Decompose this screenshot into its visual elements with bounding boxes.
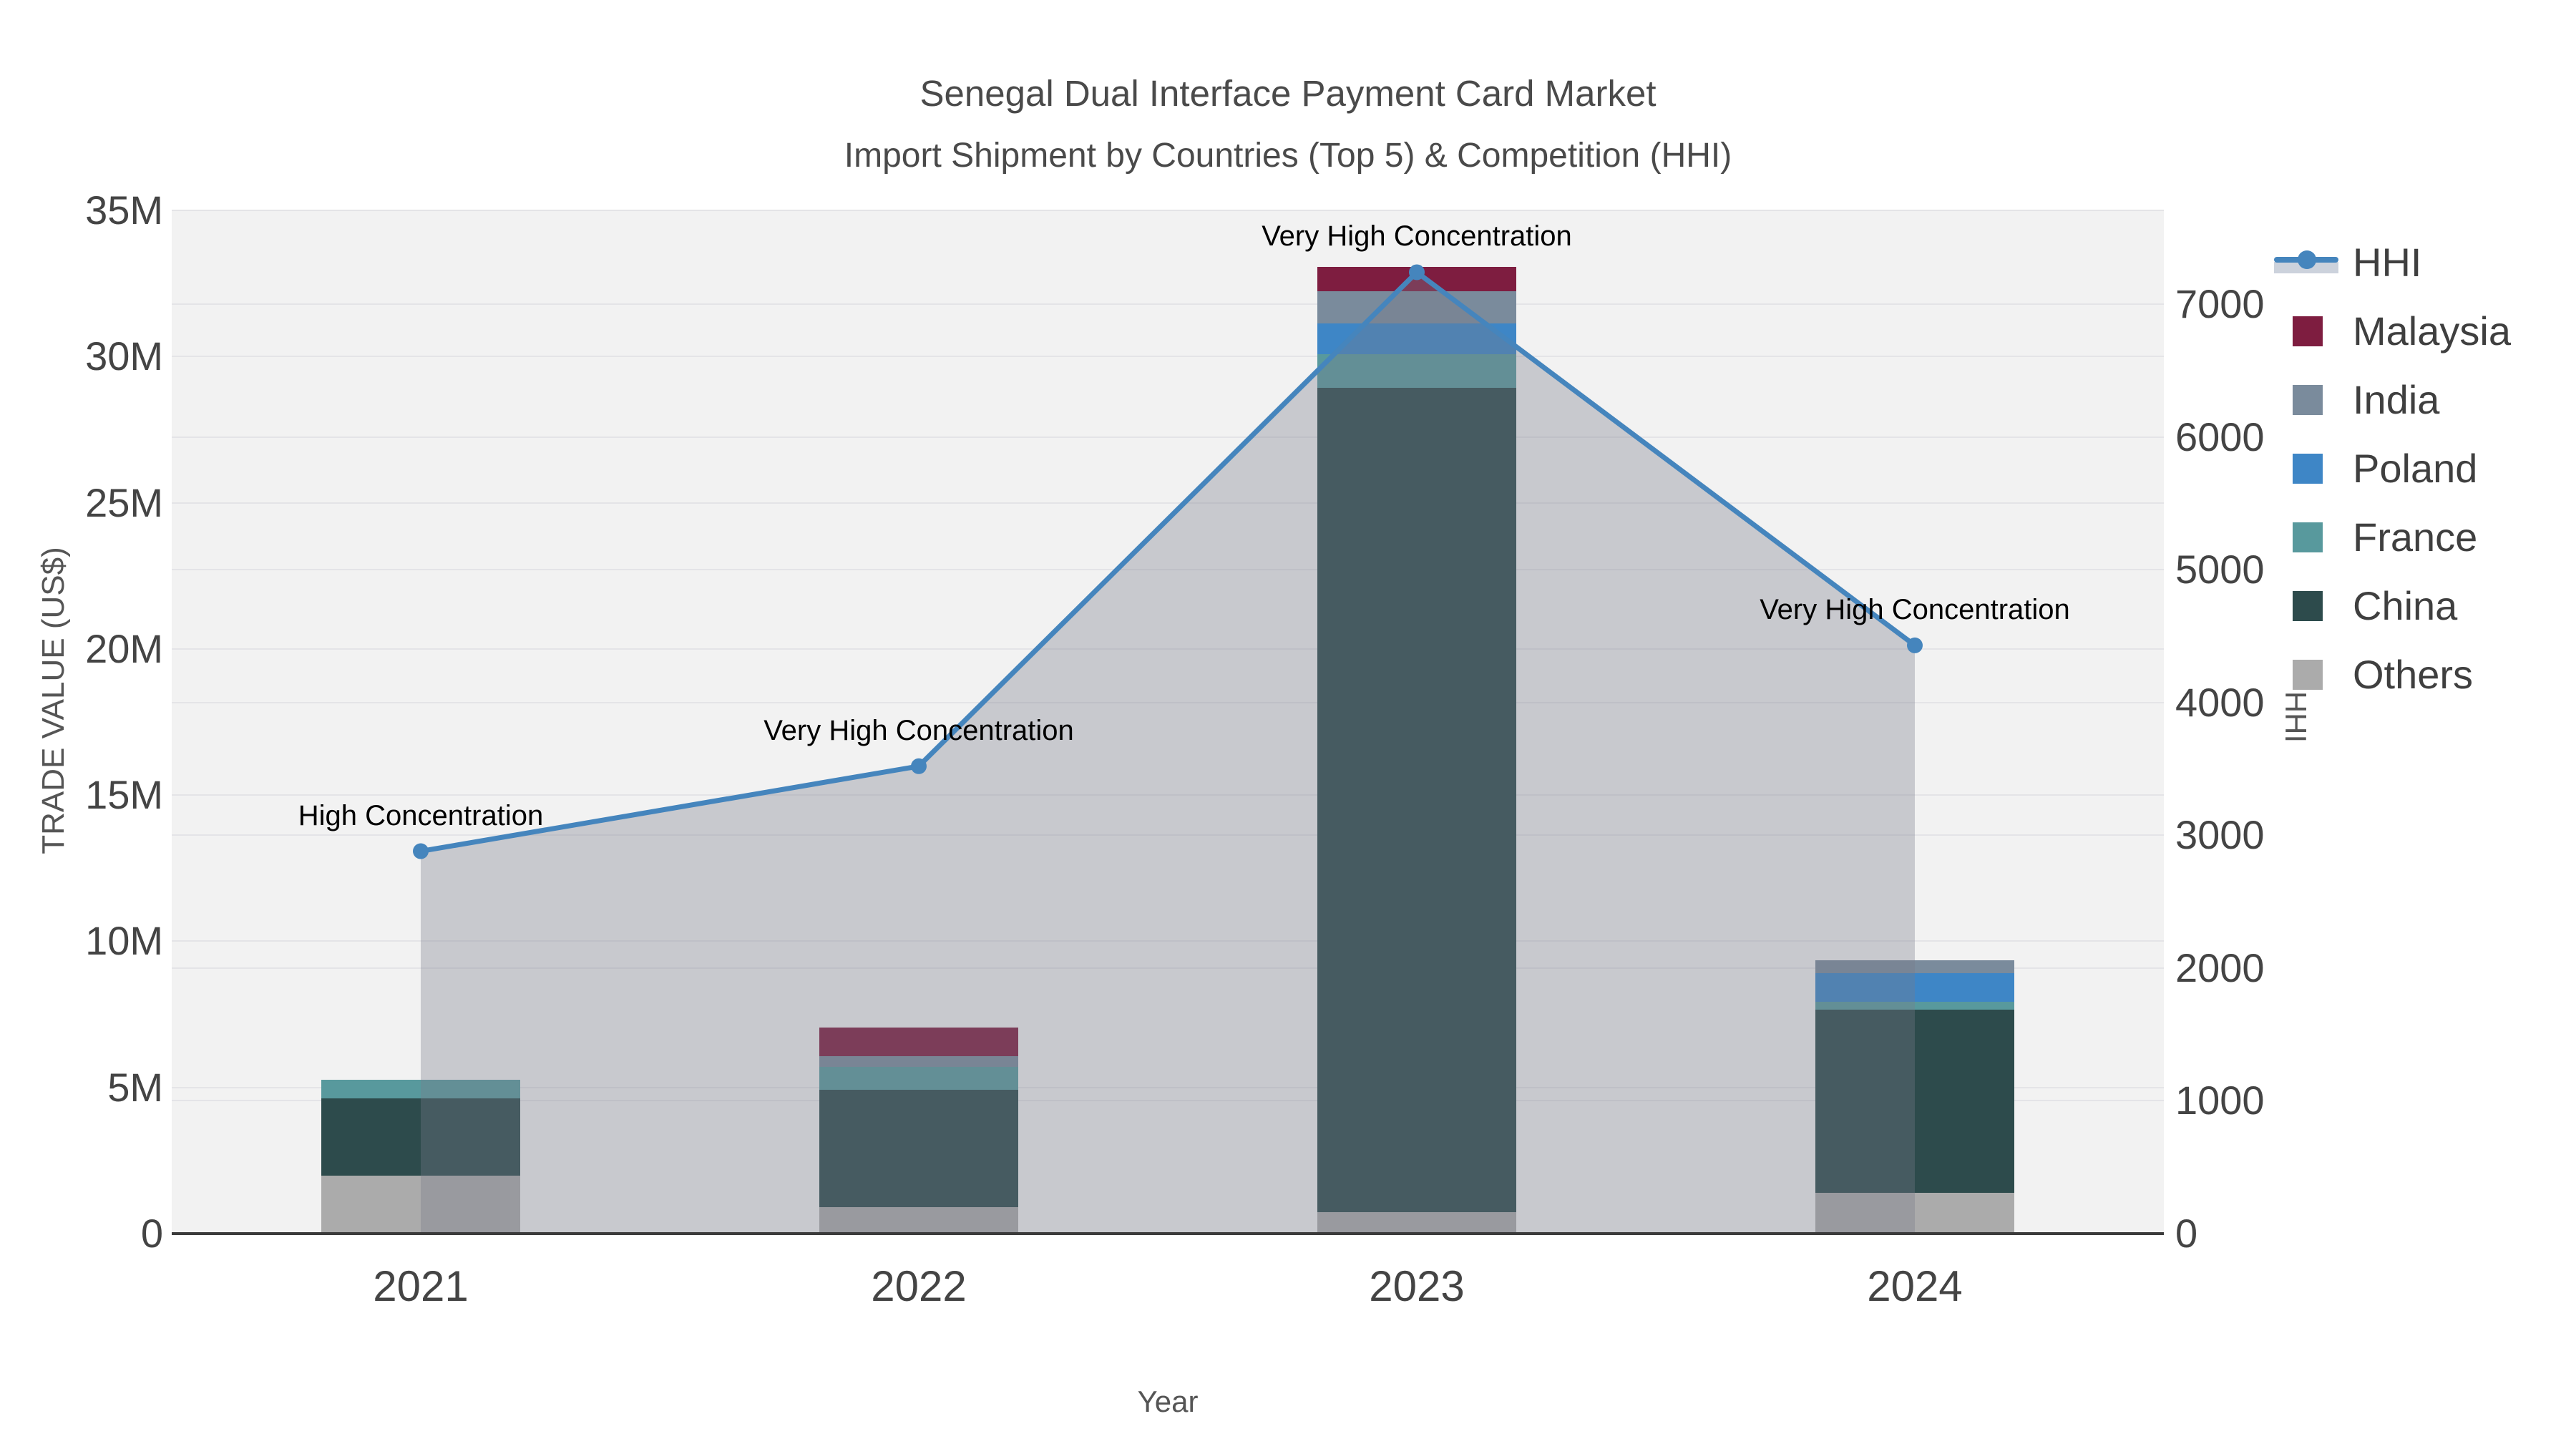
legend-swatch-china [2293,591,2323,621]
legend-label: France [2353,514,2478,560]
chart-subtitle: Import Shipment by Countries (Top 5) & C… [844,137,1732,175]
legend-swatch-poland [2293,454,2323,484]
x-axis-line [172,1232,2164,1235]
y-left-tick-label: 30M [85,333,163,379]
legend-label: Poland [2353,446,2478,491]
legend-label: HHI [2353,240,2422,285]
figure: Senegal Dual Interface Payment Card Mark… [0,0,2576,1449]
legend-swatch-others [2293,660,2323,690]
hhi-marker-2021[interactable] [413,843,429,859]
hhi-area-fill [421,272,1915,1234]
legend-swatch-india [2293,385,2323,415]
legend-item-india[interactable]: India [2264,366,2576,434]
hhi-marker-2024[interactable] [1907,637,1923,653]
y-right-tick-label: 0 [2175,1211,2198,1256]
y-left-tick-label: 20M [85,625,163,671]
hhi-marker-swatch [2298,250,2316,269]
x-tick-label-2023: 2023 [1369,1262,1465,1310]
y-left-tick-label: 35M [85,187,163,233]
legend-label: India [2353,377,2440,422]
x-axis-title: Year [1137,1385,1199,1418]
legend-item-poland[interactable]: Poland [2264,434,2576,503]
annotation-2022: Very High Concentration [763,714,1074,746]
x-tick-label-2024: 2024 [1867,1262,1963,1310]
annotation-2023: Very High Concentration [1262,220,1572,253]
legend-item-hhi[interactable]: HHI [2264,228,2576,297]
legend-item-france[interactable]: France [2264,503,2576,572]
chart-title: Senegal Dual Interface Payment Card Mark… [919,73,1657,114]
legend-item-malaysia[interactable]: Malaysia [2264,297,2576,366]
legend-item-others[interactable]: Others [2264,640,2576,709]
legend-swatch-malaysia [2293,316,2323,346]
hhi-marker-2023[interactable] [1409,264,1425,280]
y-axis-left-title: TRADE VALUE (US$) [36,547,71,854]
y-right-tick-label: 1000 [2175,1078,2265,1123]
x-tick-label-2022: 2022 [871,1262,967,1310]
hhi-marker-2022[interactable] [911,758,927,774]
y-right-tick-label: 2000 [2175,945,2265,990]
y-left-tick-label: 25M [85,479,163,525]
x-tick-label-2021: 2021 [373,1262,469,1310]
y-left-tick-label: 5M [107,1064,163,1110]
legend-label: Malaysia [2353,308,2511,353]
y-left-tick-label: 0 [140,1211,163,1256]
annotation-2021: High Concentration [298,799,544,831]
legend-swatch-france [2293,522,2323,552]
legend-item-china[interactable]: China [2264,572,2576,640]
annotation-2024: Very High Concentration [1760,593,2070,625]
y-left-tick-label: 10M [85,918,163,964]
legend-label: Others [2353,652,2474,697]
legend-label: China [2353,583,2458,628]
